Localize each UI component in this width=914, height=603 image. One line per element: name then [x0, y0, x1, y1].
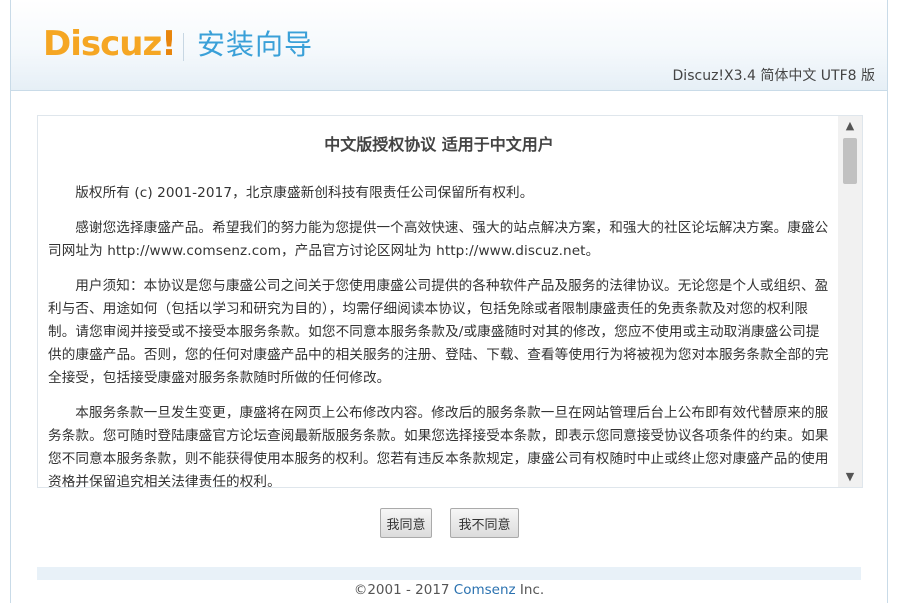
license-paragraph: 版权所有 (c) 2001-2017，北京康盛新创科技有限责任公司保留所有权利。 — [75, 185, 534, 201]
scroll-down-arrow-icon[interactable]: ▼ — [838, 467, 862, 487]
disagree-button[interactable]: 我不同意 — [450, 508, 519, 538]
logo-divider — [183, 33, 184, 61]
footer-bar — [37, 567, 861, 580]
version-label: Discuz!X3.4 简体中文 UTF8 版 — [672, 68, 875, 84]
agree-button[interactable]: 我同意 — [380, 508, 432, 538]
scroll-thumb[interactable] — [843, 138, 857, 184]
page-title: 安装向导 — [197, 28, 314, 61]
copyright-brand: Comsenz — [453, 582, 516, 598]
discuz-logo: Discuz! — [43, 22, 177, 66]
copyright-suffix: Inc. — [515, 582, 545, 598]
scroll-up-arrow-icon[interactable]: ▲ — [838, 116, 862, 136]
license-paragraph: 本服务条款一旦发生变更，康盛将在网页上公布修改内容。修改后的服务条款一旦在网站管… — [48, 405, 829, 487]
license-paragraph: 用户须知：本协议是您与康盛公司之间关于您使用康盛公司提供的各种软件产品及服务的法… — [48, 278, 829, 386]
license-scrollbar[interactable]: ▲ ▼ — [838, 116, 862, 487]
header: Discuz! 安装向导 Discuz!X3.4 简体中文 UTF8 版 — [11, 0, 887, 91]
footer-copyright: ©2001 - 2017 Comsenz Inc. — [11, 582, 887, 598]
license-content: 中文版授权协议 适用于中文用户 版权所有 (c) 2001-2017，北京康盛新… — [38, 116, 836, 487]
license-agreement-box: 中文版授权协议 适用于中文用户 版权所有 (c) 2001-2017，北京康盛新… — [37, 115, 863, 488]
logo-mark: ! — [161, 24, 176, 64]
license-title: 中文版授权协议 适用于中文用户 — [324, 135, 554, 154]
license-paragraph: 感谢您选择康盛产品。希望我们的努力能为您提供一个高效快速、强大的站点解决方案，和… — [48, 220, 829, 259]
logo-text: Discuz — [43, 24, 162, 64]
installer-window: Discuz! 安装向导 Discuz!X3.4 简体中文 UTF8 版 中文版… — [10, 0, 888, 603]
copyright-prefix: ©2001 - 2017 — [353, 582, 454, 598]
